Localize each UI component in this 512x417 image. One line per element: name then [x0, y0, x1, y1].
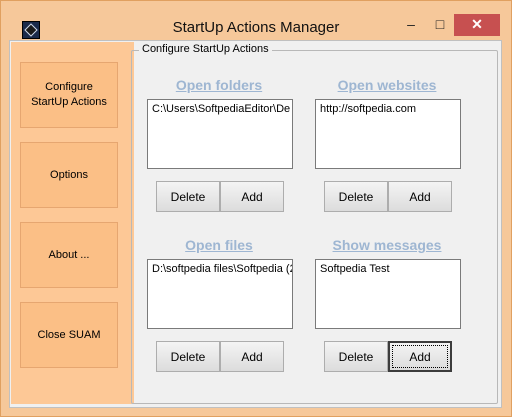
about-button[interactable]: About ...	[20, 222, 118, 288]
open-folders-delete-button[interactable]: Delete	[156, 181, 220, 212]
maximize-icon[interactable]: □	[427, 14, 453, 36]
close-suam-button[interactable]: Close SUAM	[20, 302, 118, 368]
groupbox-title: Configure StartUp Actions	[139, 43, 272, 55]
open-folders-add-button[interactable]: Add	[220, 181, 284, 212]
title-bar[interactable]: StartUp Actions Manager – □ ✕	[1, 1, 511, 41]
open-websites-delete-button[interactable]: Delete	[324, 181, 388, 212]
list-item[interactable]: C:\Users\SoftpediaEditor\De	[152, 103, 290, 115]
open-websites-add-button[interactable]: Add	[388, 181, 452, 212]
open-websites-list[interactable]: http://softpedia.com	[315, 99, 461, 169]
open-files-add-button[interactable]: Add	[220, 341, 284, 372]
close-icon[interactable]: ✕	[454, 14, 500, 36]
list-item[interactable]: D:\softpedia files\Softpedia (2	[152, 263, 292, 275]
show-messages-delete-button[interactable]: Delete	[324, 341, 388, 372]
open-folders-title: Open folders	[175, 77, 263, 93]
open-files-delete-button[interactable]: Delete	[156, 341, 220, 372]
open-files-title: Open files	[185, 237, 253, 253]
configure-startup-actions-button[interactable]: Configure StartUp Actions	[20, 62, 118, 128]
options-button[interactable]: Options	[20, 142, 118, 208]
open-websites-title: Open websites	[337, 77, 437, 93]
show-messages-add-button[interactable]: Add	[388, 341, 452, 372]
list-item[interactable]: Softpedia Test	[320, 263, 456, 275]
list-item[interactable]: http://softpedia.com	[320, 103, 456, 115]
open-folders-list[interactable]: C:\Users\SoftpediaEditor\De	[147, 99, 293, 169]
show-messages-title: Show messages	[332, 237, 442, 253]
open-files-list[interactable]: D:\softpedia files\Softpedia (2	[147, 259, 293, 329]
show-messages-list[interactable]: Softpedia Test	[315, 259, 461, 329]
minimize-icon[interactable]: –	[398, 14, 424, 36]
